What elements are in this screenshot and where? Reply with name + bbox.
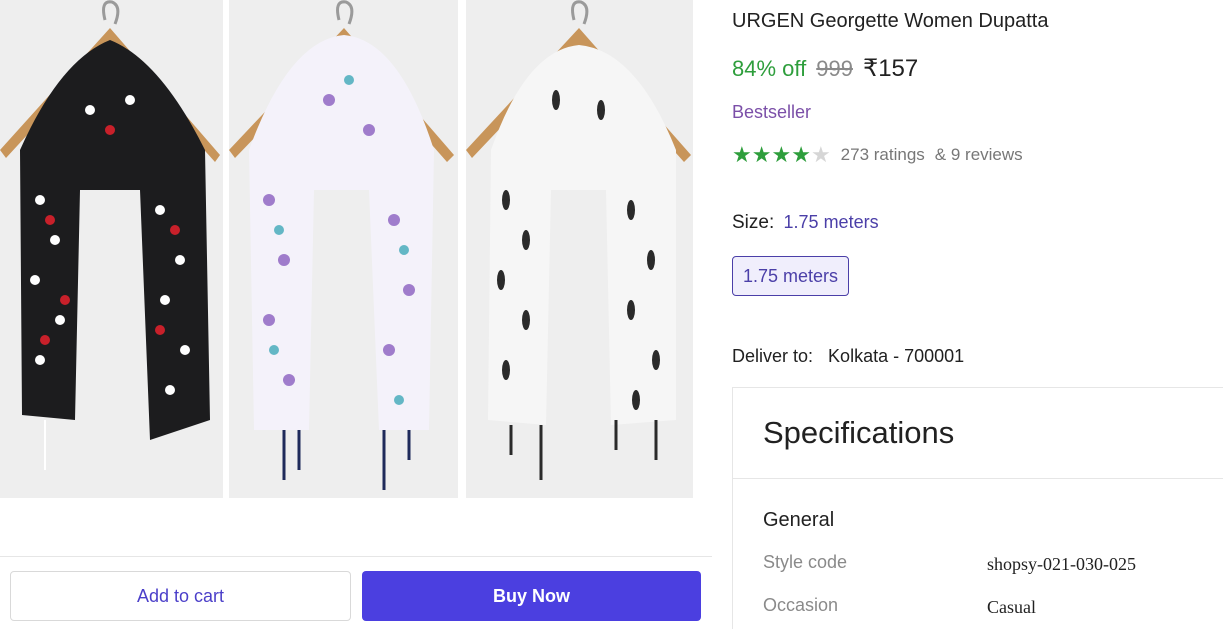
delivery-pincode: Kolkata - 700001 [828,346,965,366]
size-selector-label: Size: 1.75 meters [732,212,879,234]
star-filled-icon: ★ [751,142,772,167]
specifications-panel: Specifications General Style code shopsy… [732,387,1223,629]
reviews-count: & 9 reviews [934,145,1023,164]
add-to-cart-button[interactable]: Add to cart [10,571,351,621]
rating-summary[interactable]: ★ ★ ★ ★ ★ 273 ratings & 9 reviews [732,144,1023,166]
delivery-location[interactable]: Deliver to: Kolkata - 700001 [732,346,964,367]
product-image-white-floral[interactable] [229,0,458,498]
star-rating: ★ ★ ★ ★ ★ [732,144,831,166]
size-key: Size: [732,212,775,233]
specifications-title: Specifications [763,415,955,450]
ratings-count: 273 ratings [840,145,925,164]
product-image-black-leaves[interactable] [466,0,693,498]
action-bar: Add to cart Buy Now [0,556,712,630]
size-option-1-75-meters[interactable]: 1.75 meters [732,256,849,296]
bestseller-badge: Bestseller [732,102,812,122]
selling-price: ₹157 [862,55,919,82]
star-filled-icon: ★ [791,142,811,167]
product-gallery [0,0,700,500]
size-selected-value: 1.75 meters [783,212,879,232]
specifications-header[interactable]: Specifications [733,388,1223,479]
original-price: 999 [816,56,853,81]
product-title: URGEN Georgette Women Dupatta [732,10,1049,32]
star-filled-icon: ★ [732,142,752,167]
buy-now-button[interactable]: Buy Now [362,571,701,621]
spec-group-general: General [763,509,835,531]
spec-key-style-code: Style code [763,552,848,572]
deliver-to-label: Deliver to: [732,346,814,366]
spec-value-occasion: Casual [987,597,1036,617]
price-row: 84% off 999 ₹157 [732,54,918,83]
spec-key-occasion: Occasion [763,595,839,615]
discount-percent: 84% off [732,56,807,81]
star-empty-icon: ★ [810,142,831,167]
product-image-black-hearts[interactable] [0,0,223,498]
spec-value-style-code: shopsy-021-030-025 [987,554,1136,574]
star-filled-icon: ★ [771,142,792,167]
